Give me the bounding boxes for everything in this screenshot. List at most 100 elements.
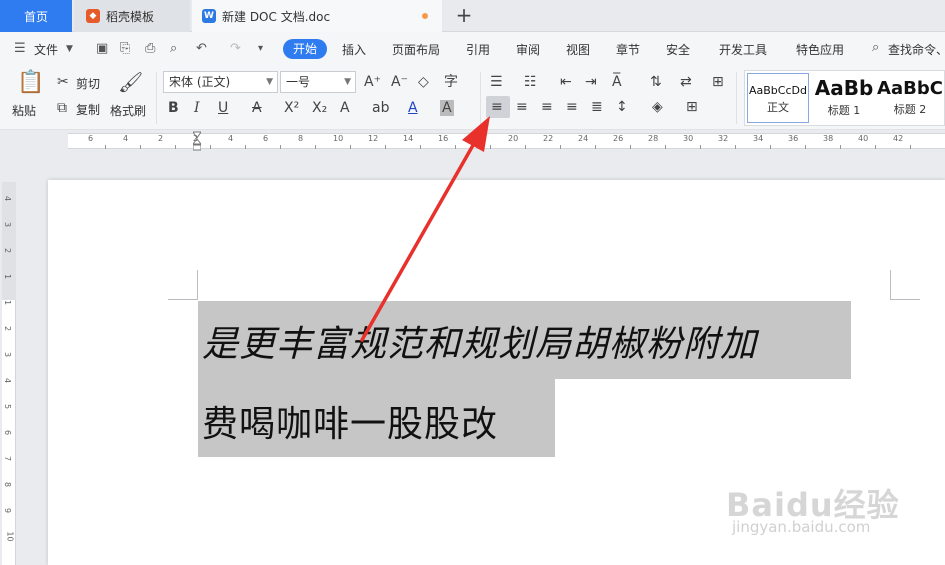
copy-button[interactable]: 复制	[76, 101, 100, 118]
redo-icon[interactable]: ↷	[230, 41, 241, 56]
font-color-icon[interactable]: A	[408, 100, 418, 116]
highlight-icon[interactable]: ab	[372, 100, 389, 116]
shrink-font-icon[interactable]: A⁻	[391, 74, 408, 90]
ruler-number: 36	[788, 134, 799, 143]
chinese-layout-icon[interactable]: A̅	[612, 74, 622, 90]
distributed-icon[interactable]: ≣	[591, 99, 603, 115]
text-effect-icon[interactable]: A	[340, 100, 350, 116]
align-right-icon[interactable]: ≡	[541, 99, 553, 115]
style-normal[interactable]: AaBbCcDd 正文	[747, 73, 809, 123]
subscript-icon[interactable]: X₂	[312, 100, 327, 116]
undo-icon[interactable]: ↶	[196, 41, 207, 56]
menu-section[interactable]: 章节	[616, 41, 640, 58]
hamburger-menu-icon[interactable]: ☰	[14, 41, 26, 56]
vertical-ruler-number: 3	[3, 351, 13, 358]
selected-text-line[interactable]: 费喝咖啡一股股改	[198, 379, 555, 457]
style-name: 标题 2	[893, 103, 927, 116]
search-command-input[interactable]: 查找命令、	[888, 41, 945, 58]
ruler-number: 24	[578, 134, 589, 143]
ruler-number: 40	[858, 134, 869, 143]
menu-view[interactable]: 视图	[566, 41, 590, 58]
strikethrough-icon[interactable]: A	[252, 100, 262, 116]
ruler-number: 18	[473, 134, 484, 143]
format-painter-button[interactable]: 格式刷	[110, 102, 146, 119]
tab-template[interactable]: ◆ 稻壳模板	[74, 0, 190, 32]
menu-features[interactable]: 特色应用	[796, 41, 844, 58]
tab-document[interactable]: W 新建 DOC 文档.doc	[192, 0, 442, 32]
menu-insert[interactable]: 插入	[342, 41, 366, 58]
ruler-number: 20	[508, 134, 519, 143]
print-preview-icon[interactable]: ⌕	[170, 41, 177, 56]
vertical-ruler[interactable]: 4 3 2 1 1 2 3 4 5 6 7 8 9 10	[0, 152, 18, 565]
ruler-number: 28	[648, 134, 659, 143]
menu-review[interactable]: 审阅	[516, 41, 540, 58]
table-grid-icon[interactable]: ⊞	[712, 74, 724, 90]
font-name-select[interactable]: 宋体 (正文) ▼	[163, 71, 278, 93]
selected-text-line[interactable]: 是更丰富规范和规划局胡椒粉附加	[198, 301, 851, 379]
grow-font-icon[interactable]: A⁺	[364, 74, 381, 90]
ruler-tick	[385, 145, 386, 149]
show-marks-icon[interactable]: ⇄	[680, 74, 692, 90]
underline-button[interactable]: U	[218, 100, 228, 116]
ruler-number: 16	[438, 134, 449, 143]
scissors-icon[interactable]: ✂	[57, 74, 69, 90]
ruler-tick	[840, 145, 841, 149]
copy-icon[interactable]: ⧉	[57, 100, 67, 116]
format-painter-icon[interactable]: 🖌	[118, 72, 143, 92]
decrease-indent-icon[interactable]: ⇤	[560, 74, 572, 90]
superscript-icon[interactable]: X²	[284, 100, 299, 116]
font-size-value: 一号	[286, 75, 311, 89]
paste-button[interactable]: 粘贴	[12, 102, 36, 119]
cut-button[interactable]: 剪切	[76, 75, 100, 92]
horizontal-ruler[interactable]: 6 4 2 2 4 6 8 10 12 14 16 18 20 22 24 26 28 30 32 34 36 38 40 4…	[0, 130, 945, 152]
margin-corner-mark	[168, 270, 198, 300]
sort-icon[interactable]: ⇅	[650, 74, 662, 90]
char-shading-icon[interactable]: A	[440, 100, 454, 116]
quick-access-dropdown-icon[interactable]: ▾	[258, 43, 263, 54]
vertical-ruler-number: 5	[3, 403, 13, 410]
chevron-down-icon[interactable]: ▼	[66, 44, 73, 54]
menu-security[interactable]: 安全	[666, 41, 690, 58]
search-icon[interactable]: ⌕	[872, 40, 879, 55]
shading-icon[interactable]: ◈	[652, 99, 663, 115]
menu-reference[interactable]: 引用	[466, 41, 490, 58]
ribbon-toolbar: 📋 粘贴 ✂ 剪切 ⧉ 复制 🖌 格式刷 宋体 (正文) ▼ 一号 ▼ A⁺ A…	[0, 66, 945, 130]
clear-format-icon[interactable]: ◇	[418, 74, 429, 90]
style-heading-2[interactable]: AaBbC 标题 2	[877, 73, 943, 123]
style-gallery: AaBbCcDd 正文 AaBb 标题 1 AaBbC 标题 2	[744, 70, 945, 126]
bold-button[interactable]: B	[168, 100, 179, 116]
export-icon[interactable]: ⎘	[120, 41, 130, 56]
line-spacing-icon[interactable]: ↕	[616, 99, 628, 115]
menu-file[interactable]: 文件	[34, 41, 58, 58]
vertical-ruler-number: 8	[3, 481, 13, 488]
italic-button[interactable]: I	[194, 100, 200, 116]
bullet-list-icon[interactable]: ☰	[490, 74, 503, 90]
ruler-number: 38	[823, 134, 834, 143]
menu-start[interactable]: 开始	[283, 39, 327, 59]
border-icon[interactable]: ⊞	[686, 99, 698, 115]
menu-developer[interactable]: 开发工具	[719, 41, 767, 58]
menu-layout[interactable]: 页面布局	[392, 41, 440, 58]
print-icon[interactable]: ⎙	[145, 41, 155, 56]
align-center-icon[interactable]: ≡	[516, 99, 528, 115]
save-icon[interactable]: ▣	[96, 41, 108, 56]
ruler-tick	[735, 145, 736, 149]
phonetic-guide-icon[interactable]: 字	[444, 74, 458, 90]
paste-icon[interactable]: 📋	[17, 72, 44, 94]
tab-home[interactable]: 首页	[0, 0, 72, 32]
ruler-tick	[420, 145, 421, 149]
align-left-icon: ≡	[491, 99, 503, 115]
numbered-list-icon[interactable]: ☷	[524, 74, 537, 90]
ruler-number: 22	[543, 134, 554, 143]
new-tab-button[interactable]: +	[452, 4, 476, 28]
increase-indent-icon[interactable]: ⇥	[585, 74, 597, 90]
daoke-logo-icon: ◆	[86, 9, 100, 23]
ruler-number: 2	[158, 134, 164, 143]
ruler-tick	[560, 145, 561, 149]
ruler-number: 2	[193, 134, 199, 143]
chevron-down-icon: ▼	[344, 77, 351, 87]
divider	[480, 72, 481, 124]
justify-icon[interactable]: ≡	[566, 99, 578, 115]
style-heading-1[interactable]: AaBb 标题 1	[811, 73, 877, 123]
font-size-select[interactable]: 一号 ▼	[280, 71, 356, 93]
